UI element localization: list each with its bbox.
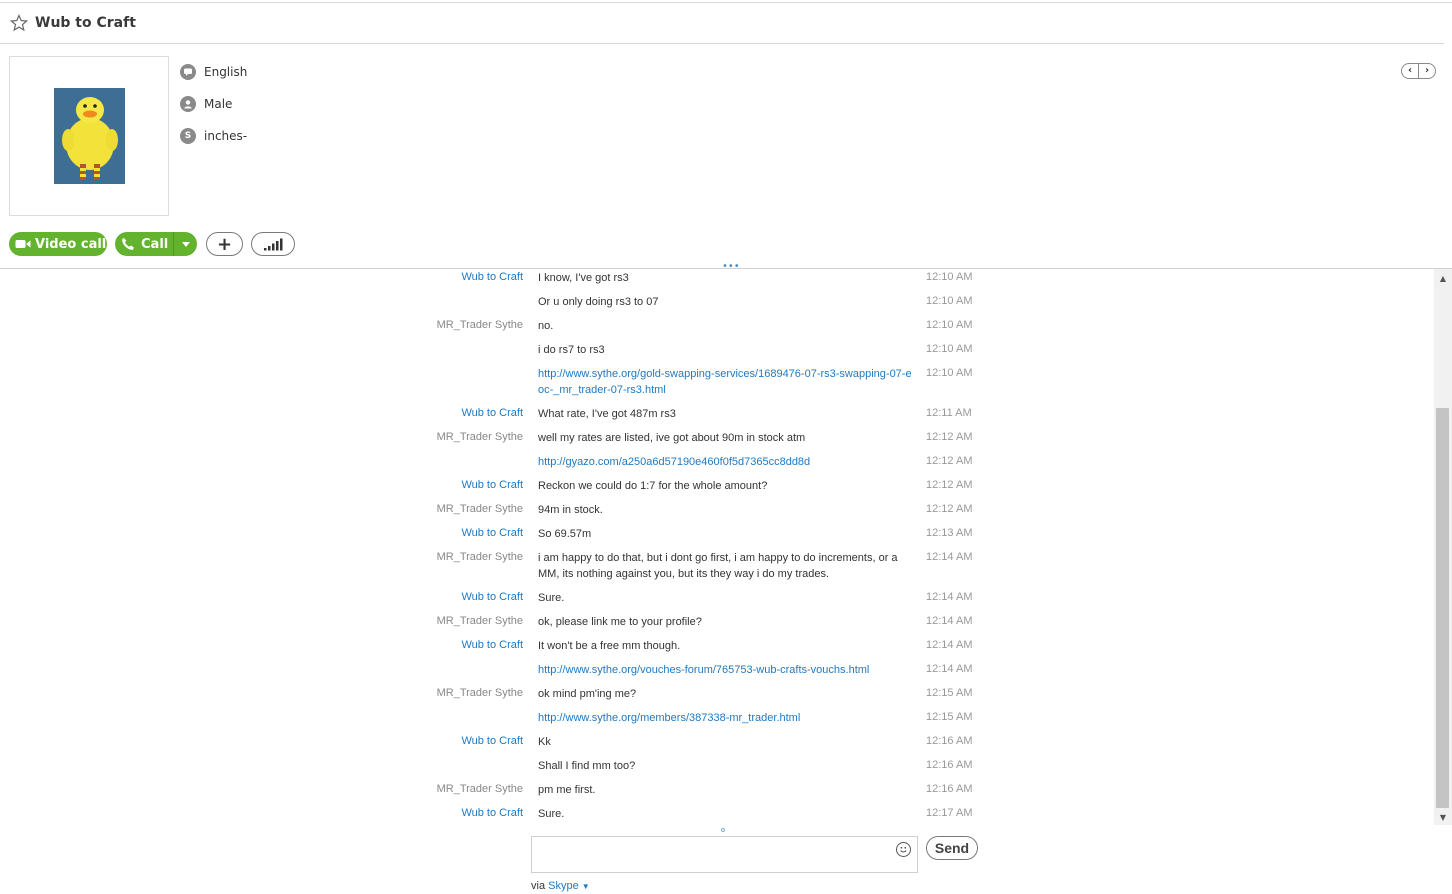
- message-link[interactable]: http://www.sythe.org/vouches-forum/76575…: [538, 662, 913, 678]
- emoticon-icon[interactable]: [896, 842, 911, 857]
- message-sender[interactable]: MR_Trader Sythe: [323, 319, 523, 331]
- message-text: well my rates are listed, ive got about …: [538, 432, 806, 444]
- chevron-down-icon[interactable]: [173, 232, 197, 256]
- message-history[interactable]: Wub to Craft I know, I've got rs3 12:10 AM…: [0, 269, 1434, 825]
- message-sender[interactable]: Wub to Craft: [323, 807, 523, 819]
- contact-avatar-frame[interactable]: [9, 56, 169, 216]
- message-link[interactable]: http://gyazo.com/a250a6d57190e460f0f5d73…: [538, 454, 913, 470]
- message-timestamp: 12:14 AM: [926, 591, 973, 603]
- message-input[interactable]: [531, 836, 918, 873]
- message-sender[interactable]: Wub to Craft: [323, 639, 523, 651]
- video-call-button[interactable]: Video call: [9, 232, 107, 256]
- message-text: Sure.: [538, 808, 565, 820]
- message-timestamp: 12:11 AM: [926, 407, 972, 419]
- message-text: no.: [538, 320, 554, 332]
- message-text: What rate, I've got 487m rs3: [538, 408, 676, 420]
- message-text: i am happy to do that, but i dont go fir…: [538, 552, 898, 580]
- message-text: ok, please link me to your profile?: [538, 616, 702, 628]
- message-timestamp: 12:12 AM: [926, 431, 973, 443]
- message-sender[interactable]: MR_Trader Sythe: [323, 431, 523, 443]
- chevron-left-icon[interactable]: ‹: [1402, 64, 1419, 78]
- message-sender[interactable]: Wub to Craft: [323, 407, 523, 419]
- message-text: Kk: [538, 736, 551, 748]
- gender-text: Male: [204, 97, 233, 111]
- scroll-up-icon[interactable]: ▲: [1434, 271, 1452, 285]
- add-button[interactable]: +: [206, 232, 243, 256]
- compose-resize-handle[interactable]: [721, 828, 725, 832]
- profile-nav-arrows[interactable]: ‹ ›: [1401, 63, 1436, 79]
- message-timestamp: 12:16 AM: [926, 735, 973, 747]
- message-text: Shall I find mm too?: [538, 760, 636, 772]
- message-timestamp: 12:15 AM: [926, 687, 973, 699]
- message-sender[interactable]: MR_Trader Sythe: [323, 503, 523, 515]
- via-service: via Skype ▼: [531, 880, 590, 892]
- message-timestamp: 12:12 AM: [926, 479, 973, 491]
- message-sender[interactable]: MR_Trader Sythe: [323, 687, 523, 699]
- message-link[interactable]: http://www.sythe.org/gold-swapping-servi…: [538, 366, 913, 398]
- message-text: I know, I've got rs3: [538, 272, 629, 284]
- message-timestamp: 12:14 AM: [926, 551, 973, 563]
- message-timestamp: 12:16 AM: [926, 759, 973, 771]
- message-text: Sure.: [538, 592, 565, 604]
- message-sender[interactable]: MR_Trader Sythe: [323, 783, 523, 795]
- chevron-right-icon[interactable]: ›: [1419, 64, 1435, 78]
- avatar: [54, 88, 125, 184]
- via-label: via: [531, 880, 546, 892]
- message-timestamp: 12:17 AM: [926, 807, 973, 819]
- scrollbar-thumb[interactable]: [1436, 408, 1449, 808]
- skype-name-text: inches-: [204, 129, 248, 143]
- contact-name-title: Wub to Craft: [35, 15, 136, 31]
- skype-icon: S: [180, 128, 196, 144]
- conversation-header: Wub to Craft: [0, 3, 1444, 44]
- message-timestamp: 12:10 AM: [926, 271, 973, 283]
- message-timestamp: 12:10 AM: [926, 367, 973, 379]
- message-timestamp: 12:15 AM: [926, 711, 973, 723]
- call-label: Call: [141, 236, 169, 252]
- signal-bars-icon: [264, 238, 283, 250]
- service-selector[interactable]: Skype ▼: [548, 880, 590, 892]
- message-text: Or u only doing rs3 to 07: [538, 296, 659, 308]
- star-icon[interactable]: [10, 14, 28, 32]
- message-text: So 69.57m: [538, 528, 592, 540]
- message-text: pm me first.: [538, 784, 596, 796]
- message-timestamp: 12:10 AM: [926, 319, 973, 331]
- video-call-label: Video call: [35, 236, 107, 252]
- message-timestamp: 12:14 AM: [926, 639, 973, 651]
- message-text: ok mind pm'ing me?: [538, 688, 637, 700]
- message-timestamp: 12:10 AM: [926, 343, 973, 355]
- message-sender[interactable]: Wub to Craft: [323, 527, 523, 539]
- video-camera-icon: [15, 240, 31, 248]
- scroll-down-icon[interactable]: ▼: [1434, 810, 1452, 824]
- message-timestamp: 12:14 AM: [926, 615, 973, 627]
- call-quality-button[interactable]: [251, 232, 295, 256]
- service-name: Skype: [548, 880, 579, 892]
- message-sender[interactable]: Wub to Craft: [323, 271, 523, 283]
- message-sender[interactable]: Wub to Craft: [323, 735, 523, 747]
- message-timestamp: 12:14 AM: [926, 663, 973, 675]
- profile-gender: Male: [180, 95, 232, 113]
- message-timestamp: 12:12 AM: [926, 503, 973, 515]
- call-button[interactable]: Call: [115, 232, 197, 256]
- message-timestamp: 12:13 AM: [926, 527, 973, 539]
- message-sender[interactable]: Wub to Craft: [323, 591, 523, 603]
- message-timestamp: 12:12 AM: [926, 455, 973, 467]
- message-sender[interactable]: MR_Trader Sythe: [323, 551, 523, 563]
- phone-icon: [122, 238, 134, 250]
- message-text: i do rs7 to rs3: [538, 344, 605, 356]
- message-link[interactable]: http://www.sythe.org/members/387338-mr_t…: [538, 710, 913, 726]
- speech-bubble-icon: [180, 64, 196, 80]
- message-text: It won't be a free mm though.: [538, 640, 681, 652]
- message-text: Reckon we could do 1:7 for the whole amo…: [538, 480, 768, 492]
- chevron-down-icon: ▼: [581, 882, 590, 891]
- person-icon: [180, 96, 196, 112]
- message-sender[interactable]: Wub to Craft: [323, 479, 523, 491]
- profile-language: English: [180, 63, 247, 81]
- message-timestamp: 12:10 AM: [926, 295, 973, 307]
- message-timestamp: 12:16 AM: [926, 783, 973, 795]
- send-button[interactable]: Send: [926, 836, 978, 860]
- language-text: English: [204, 65, 248, 79]
- profile-skype-name: S inches-: [180, 127, 247, 145]
- message-sender[interactable]: MR_Trader Sythe: [323, 615, 523, 627]
- message-text: 94m in stock.: [538, 504, 603, 516]
